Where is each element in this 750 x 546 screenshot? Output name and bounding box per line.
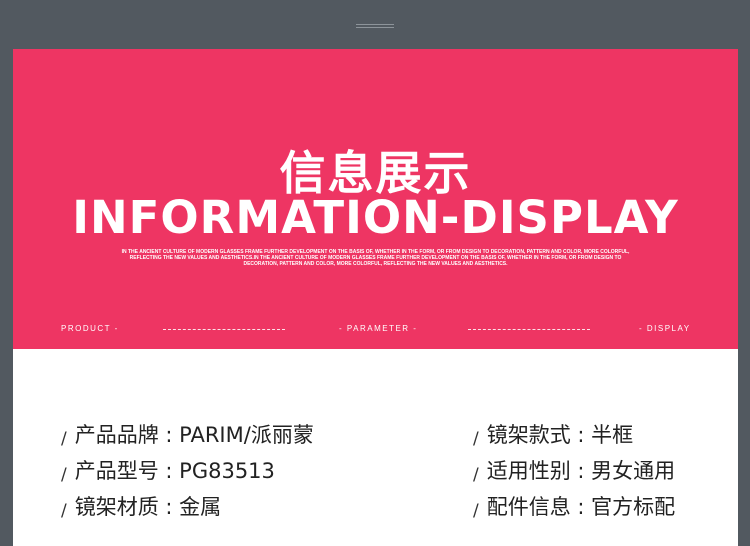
info-card: 信息展示 INFORMATION-DISPLAY IN THE ANCIENT … — [13, 49, 738, 546]
nav-product: PRODUCT - — [61, 324, 119, 333]
spec-gender: / 适用性别 : 男女通用 — [473, 459, 676, 485]
spec-accessories: / 配件信息 : 官方标配 — [473, 495, 676, 521]
banner-description: IN THE ANCIENT CULTURE OF MODERN GLASSES… — [121, 249, 630, 267]
nav-divider — [468, 329, 590, 330]
spec-model: / 产品型号 : PG83513 — [61, 459, 275, 485]
spec-material: / 镜架材质 : 金属 — [61, 495, 222, 521]
title-english: INFORMATION-DISPLAY — [72, 191, 679, 244]
spec-brand: / 产品品牌 : PARIM/派丽蒙 — [61, 423, 314, 449]
spec-frame-style: / 镜架款式 : 半框 — [473, 423, 634, 449]
nav-display: - DISPLAY — [639, 324, 691, 333]
nav-parameter: - PARAMETER - — [339, 324, 418, 333]
section-nav: PRODUCT - - PARAMETER - - DISPLAY — [13, 324, 738, 336]
info-banner: 信息展示 INFORMATION-DISPLAY IN THE ANCIENT … — [13, 49, 738, 349]
drag-handle — [356, 24, 394, 30]
nav-divider — [163, 329, 285, 330]
